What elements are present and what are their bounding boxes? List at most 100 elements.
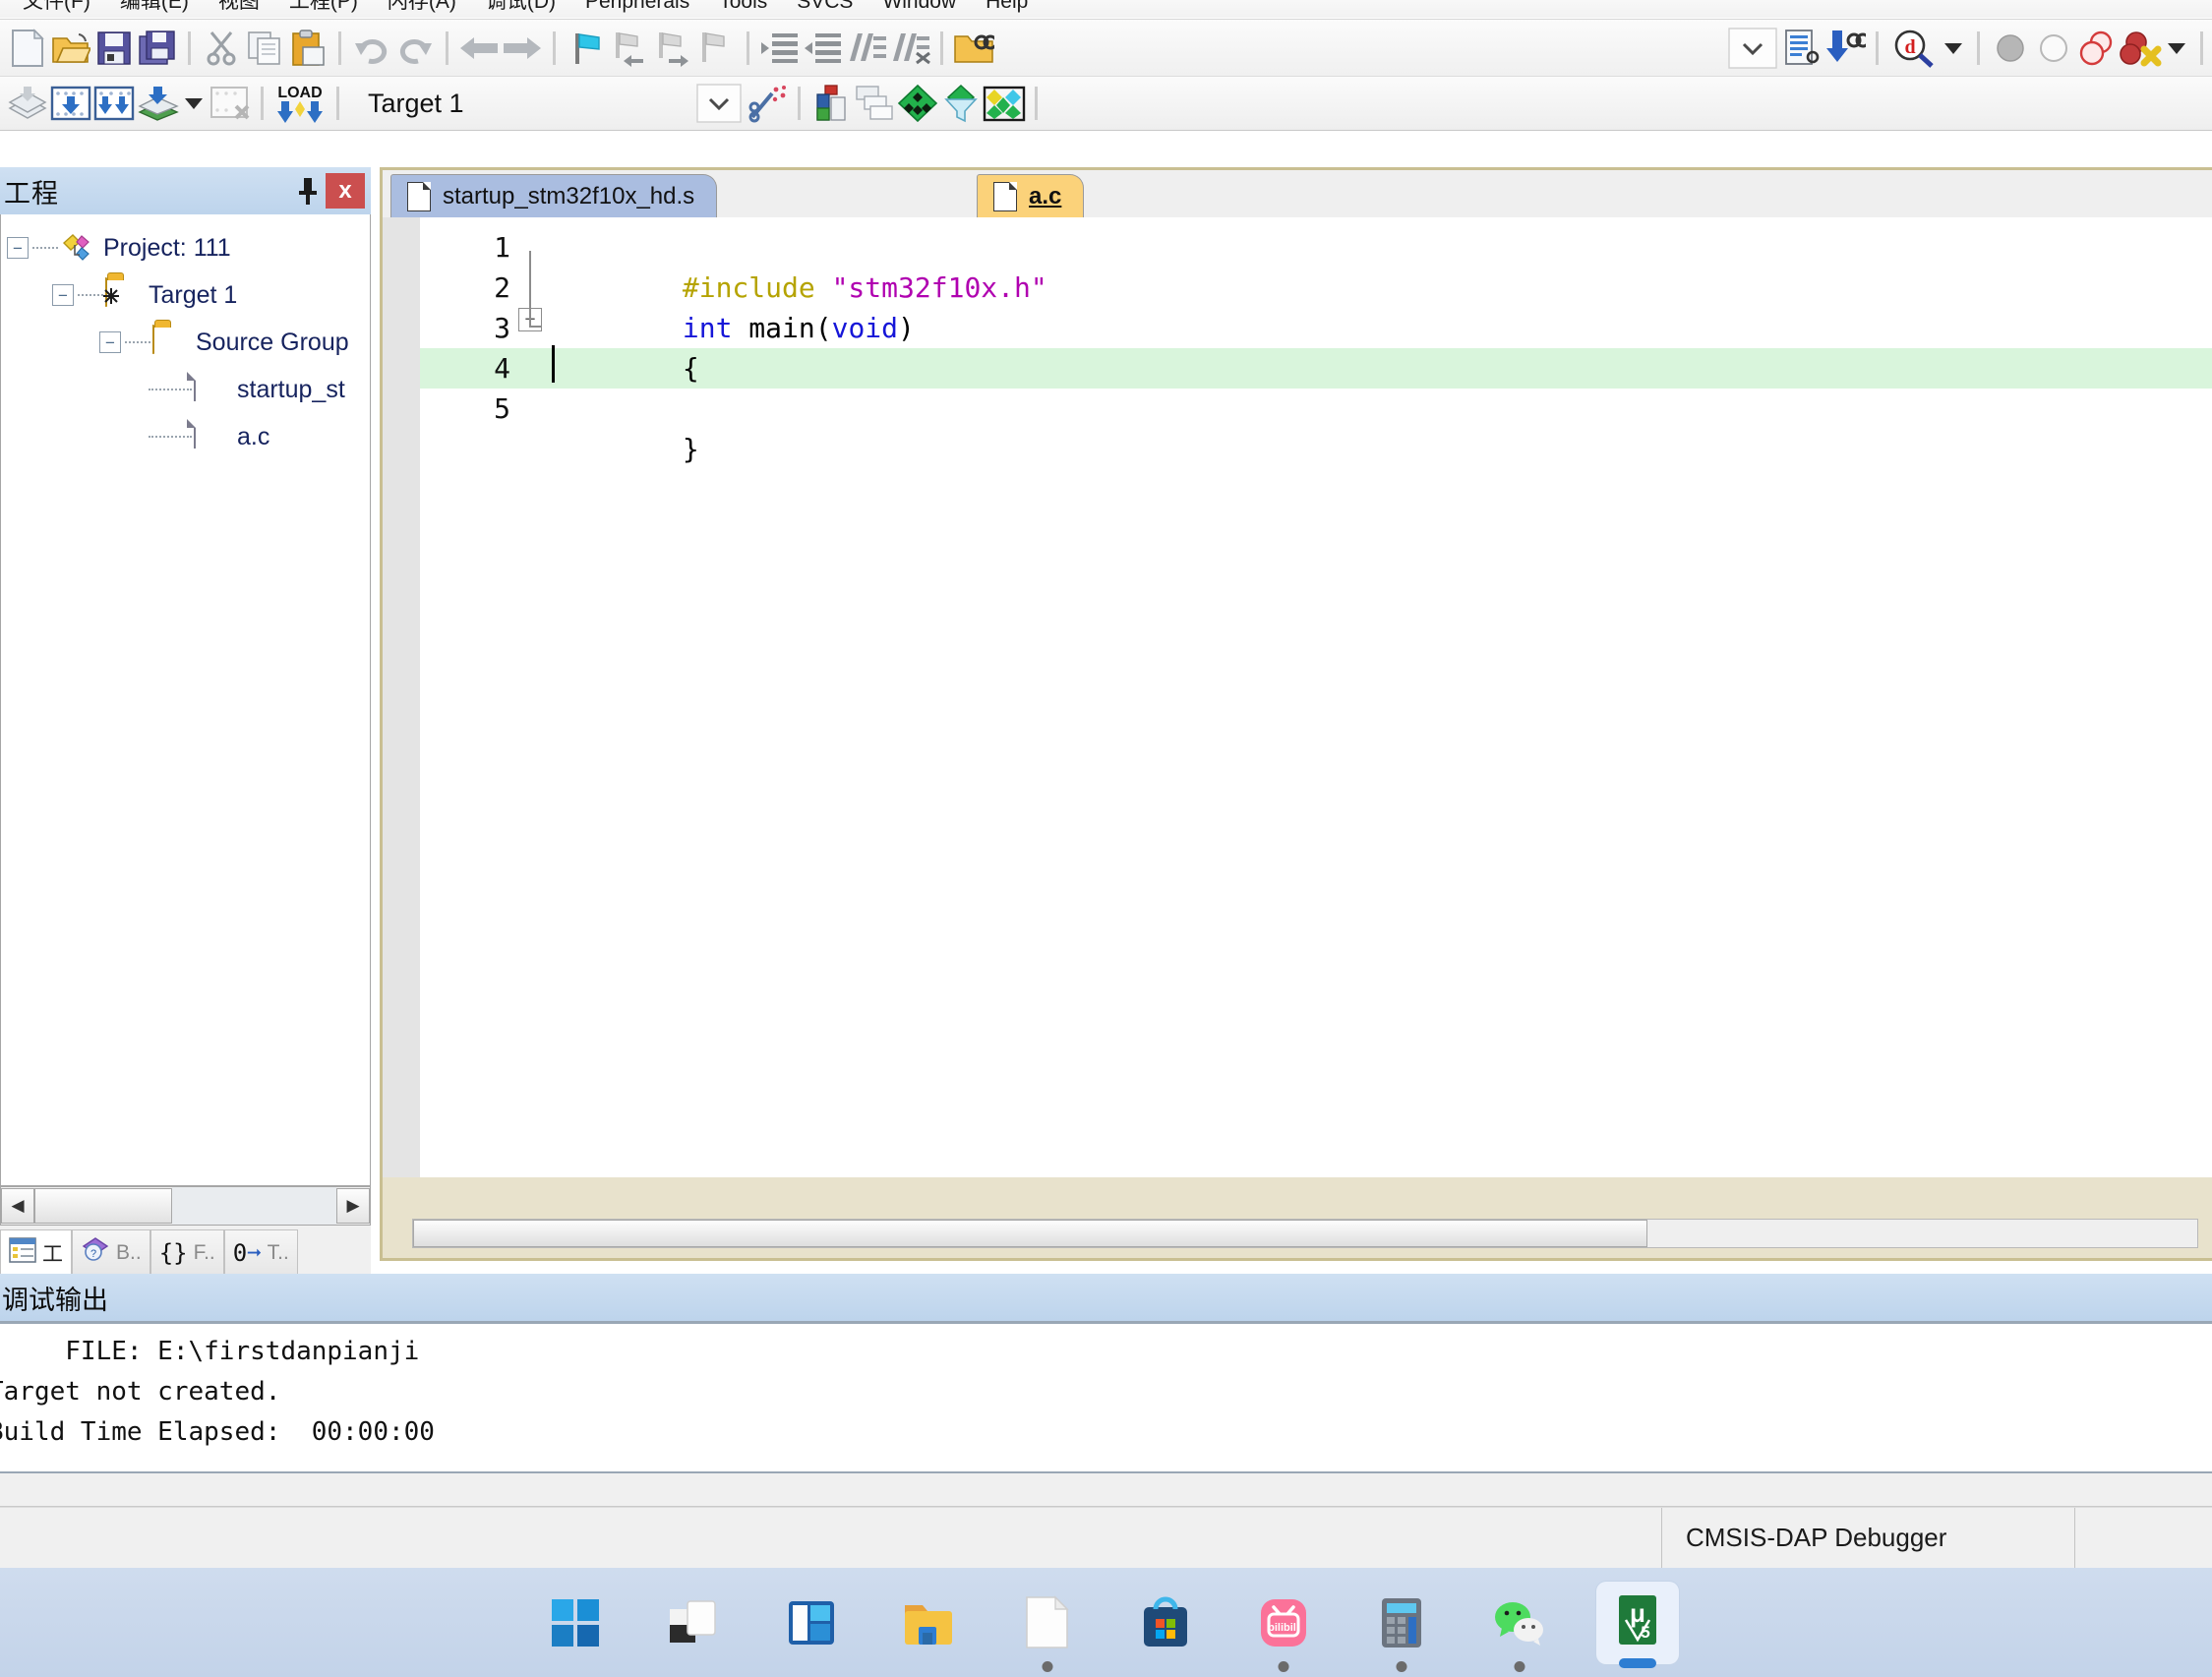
build-output-body[interactable]: FILE: E:\firstdanpianji Target not creat… [0,1321,2212,1473]
kill-breakpoints-dropdown-icon[interactable] [2162,27,2191,70]
code-text[interactable]: #include "stm32f10x.h" int main(void) { … [550,227,2212,465]
menu-item-project[interactable]: 工程(P) [274,0,373,18]
redo-icon[interactable] [393,27,437,70]
manage-components-icon[interactable] [853,82,896,125]
debug-search-icon[interactable]: d [1887,27,1939,70]
new-file-icon[interactable] [6,27,49,70]
save-icon[interactable] [92,27,136,70]
debug-dropdown-icon[interactable] [1939,27,1968,70]
dropdown-chevron-icon[interactable] [1725,27,1780,70]
indent-icon[interactable] [758,27,802,70]
target-select[interactable]: Target 1 [348,82,692,125]
tab-functions[interactable]: {} F.. [149,1229,224,1277]
menu-item-file[interactable]: 文件(F) [8,0,105,18]
menu-item-peripherals[interactable]: Peripherals [570,0,704,18]
scrollbar-thumb[interactable] [34,1188,172,1224]
widgets-icon[interactable] [770,1582,853,1664]
auto-hide-pin-icon[interactable] [290,173,326,209]
project-tree[interactable]: − Project: 111 − Target 1 − Source Group [0,214,371,1186]
find-next-icon[interactable] [1823,27,1867,70]
target-dropdown-chevron-icon[interactable] [692,82,746,125]
svg-text:d: d [1904,36,1915,58]
save-all-icon[interactable] [136,27,179,70]
menu-item-window[interactable]: Window [867,0,971,18]
expander-icon[interactable]: − [52,284,74,306]
comment-icon[interactable] [845,27,888,70]
editor-tab-startup[interactable]: startup_stm32f10x_hd.s [390,174,718,217]
microsoft-store-icon[interactable] [1124,1582,1207,1664]
windows-start-icon[interactable] [534,1582,617,1664]
editor-horizontal-scrollbar[interactable] [412,1219,2198,1248]
scrollbar-track[interactable] [172,1187,336,1225]
code-editor[interactable]: 1 2 3 4 5 − #include "stm32f10x.h" int m… [383,217,2212,1177]
calculator-icon[interactable] [1360,1582,1443,1672]
running-indicator [1396,1660,1406,1672]
uncomment-icon[interactable] [888,27,931,70]
expander-icon[interactable]: − [7,237,29,259]
download-icon[interactable]: LOAD [272,82,328,125]
insert-file-icon[interactable] [1780,27,1823,70]
copy-icon[interactable] [243,27,286,70]
file-explorer-icon[interactable] [888,1582,971,1664]
batch-build-icon[interactable] [136,82,179,125]
kill-breakpoints-icon[interactable] [2119,27,2162,70]
pack-filter-icon[interactable] [939,82,983,125]
close-panel-button[interactable]: x [326,173,365,209]
breakpoint-gray-icon[interactable] [1989,27,2032,70]
build-icon[interactable] [49,82,92,125]
navigate-forward-icon[interactable] [501,27,544,70]
menu-item-edit[interactable]: 编辑(E) [105,0,204,18]
tree-item-project[interactable]: − Project: 111 [1,224,370,271]
tree-item-a-c-file[interactable]: a.c [1,413,370,460]
toggle-bookmark-icon[interactable] [565,27,608,70]
tree-item-source-group[interactable]: − Source Group [1,319,370,366]
clear-bookmarks-icon[interactable] [694,27,738,70]
scrollbar-thumb[interactable] [413,1220,1647,1247]
configure-wizard-icon[interactable] [746,82,789,125]
task-view-icon[interactable] [652,1582,735,1664]
code-folding-column[interactable]: − [518,227,546,331]
previous-bookmark-icon[interactable] [608,27,651,70]
project-horizontal-scrollbar[interactable]: ◀ ▶ [0,1186,371,1226]
outdent-icon[interactable] [802,27,845,70]
open-file-icon[interactable] [49,27,92,70]
tab-project[interactable]: 工 [0,1229,72,1277]
next-bookmark-icon[interactable] [651,27,694,70]
cut-icon[interactable] [200,27,243,70]
wechat-icon[interactable] [1478,1582,1561,1672]
paste-icon[interactable] [286,27,329,70]
batch-build-dropdown-icon[interactable] [179,82,209,125]
build-output-scrollbar[interactable] [0,1473,2212,1507]
rebuild-icon[interactable] [92,82,136,125]
manage-runtime-env-icon[interactable] [983,82,1026,125]
tab-templates[interactable]: 0➞ T.. [223,1229,298,1277]
menu-item-tools[interactable]: Tools [704,0,782,18]
find-in-files-icon[interactable] [952,27,995,70]
tree-item-startup-file[interactable]: startup_st [1,366,370,413]
scroll-right-arrow-icon[interactable]: ▶ [336,1188,370,1224]
menu-item-view[interactable]: 视图 [204,0,274,18]
menu-item-svcs[interactable]: SVCS [782,0,867,18]
tree-item-label: Source Group [196,328,349,356]
menu-item-debug[interactable]: 调试(D) [471,0,570,18]
toolbar-separator [553,30,556,65]
bilibili-icon[interactable]: bilibili [1242,1582,1325,1672]
breakpoint-white-icon[interactable] [2032,27,2075,70]
menu-item-help[interactable]: Help [971,0,1043,18]
tab-books[interactable]: ? B.. [72,1229,150,1277]
target-options-icon[interactable] [809,82,853,125]
toolbar-separator [188,30,191,65]
menu-item-flash[interactable]: 闪存(A) [373,0,471,18]
editor-tab-a-c[interactable]: a.c [977,174,1085,217]
breakpoint-red-icon[interactable] [2075,27,2119,70]
tree-item-target[interactable]: − Target 1 [1,271,370,319]
stop-build-icon[interactable] [209,82,252,125]
undo-icon[interactable] [350,27,393,70]
expander-icon[interactable]: − [99,331,121,353]
pack-installer-green-icon[interactable] [896,82,939,125]
notepad-icon[interactable] [1006,1582,1089,1672]
keil-uvision5-icon[interactable]: μ5 [1595,1581,1679,1668]
translate-icon[interactable] [6,82,49,125]
navigate-back-icon[interactable] [457,27,501,70]
scroll-left-arrow-icon[interactable]: ◀ [1,1188,34,1224]
